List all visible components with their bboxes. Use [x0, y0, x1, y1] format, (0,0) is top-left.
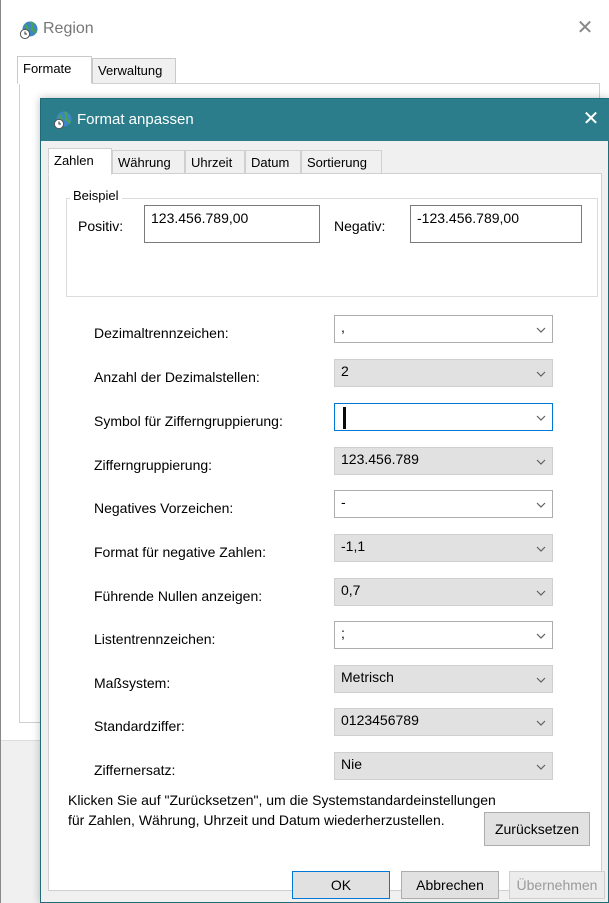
chevron-down-icon[interactable] [536, 759, 546, 770]
setting-label: Dezimaltrennzeichen: [94, 325, 229, 341]
globe-clock-icon [19, 20, 39, 40]
setting-value: 0,7 [341, 582, 361, 598]
chevron-down-icon[interactable] [536, 628, 546, 639]
setting-dropdown[interactable]: 0123456789 [334, 708, 553, 736]
setting-label: Negatives Vorzeichen: [94, 500, 234, 516]
chevron-down-icon[interactable] [536, 497, 546, 508]
chevron-down-icon[interactable] [536, 541, 546, 552]
region-titlebar: Region ✕ [1, 0, 609, 58]
chevron-down-icon[interactable] [536, 322, 546, 333]
setting-dropdown[interactable]: , [334, 315, 553, 343]
setting-label: Format für negative Zahlen: [94, 544, 266, 560]
setting-value: , [341, 319, 345, 335]
tab-uhrzeit[interactable]: Uhrzeit [185, 150, 245, 174]
setting-dropdown[interactable]: ; [334, 621, 553, 649]
text-caret [343, 407, 346, 429]
region-window-title: Region [43, 20, 94, 37]
apply-button[interactable]: Übernehmen [509, 871, 605, 899]
globe-clock-icon [53, 110, 73, 130]
setting-dropdown[interactable]: Nie [334, 752, 553, 780]
setting-label: Standardziffer: [94, 718, 185, 734]
tab-datum[interactable]: Datum [245, 150, 301, 174]
negative-label: Negativ: [334, 218, 386, 234]
setting-label: Anzahl der Dezimalstellen: [94, 369, 260, 385]
ok-button[interactable]: OK [292, 871, 390, 899]
reset-button[interactable]: Zurücksetzen [484, 812, 590, 846]
chevron-down-icon[interactable] [536, 585, 546, 596]
dialog-title: Format anpassen [77, 111, 194, 128]
chevron-down-icon[interactable] [536, 410, 546, 421]
setting-label: Symbol für Zifferngruppierung: [94, 413, 283, 429]
dialog-titlebar[interactable]: Format anpassen ✕ [41, 99, 609, 141]
setting-value: - [341, 494, 346, 510]
tab-waehrung[interactable]: Währung [112, 150, 185, 174]
setting-value: 0123456789 [341, 712, 419, 728]
tab-zahlen[interactable]: Zahlen [48, 148, 112, 175]
setting-dropdown[interactable]: Metrisch [334, 665, 553, 693]
chevron-down-icon[interactable] [536, 454, 546, 465]
reset-info-text: Klicken Sie auf "Zurücksetzen", um die S… [68, 792, 496, 828]
cancel-button[interactable]: Abbrechen [401, 871, 499, 899]
setting-label: Listentrennzeichen: [94, 631, 216, 647]
positive-label: Positiv: [78, 218, 124, 234]
setting-value: 123.456.789 [341, 451, 419, 467]
setting-value: Metrisch [341, 669, 394, 685]
tab-sortierung[interactable]: Sortierung [301, 150, 382, 174]
setting-dropdown[interactable]: 123.456.789 [334, 447, 553, 475]
setting-value: ; [341, 625, 345, 641]
positive-example-field: 123.456.789,00 [144, 205, 320, 243]
setting-label: Maßsystem: [94, 675, 171, 691]
setting-value: 2 [341, 363, 349, 379]
setting-dropdown[interactable]: 0,7 [334, 578, 553, 606]
region-close-icon[interactable]: ✕ [570, 14, 600, 42]
setting-label: Ziffernersatz: [94, 762, 176, 778]
setting-dropdown[interactable]: 2 [334, 359, 553, 387]
example-group-label: Beispiel [70, 188, 122, 203]
setting-value: Nie [341, 756, 363, 772]
chevron-down-icon[interactable] [536, 366, 546, 377]
region-tab-formate[interactable]: Formate [17, 56, 92, 84]
setting-dropdown[interactable] [334, 403, 553, 431]
region-tab-verwaltung[interactable]: Verwaltung [92, 58, 176, 84]
close-icon[interactable]: ✕ [577, 105, 605, 133]
setting-label: Führende Nullen anzeigen: [94, 588, 263, 604]
chevron-down-icon[interactable] [536, 715, 546, 726]
chevron-down-icon[interactable] [536, 672, 546, 683]
setting-label: Zifferngruppierung: [94, 457, 213, 473]
setting-dropdown[interactable]: -1,1 [334, 534, 553, 562]
negative-example-field: -123.456.789,00 [410, 205, 582, 243]
setting-value: -1,1 [341, 538, 366, 554]
setting-dropdown[interactable]: - [334, 490, 553, 518]
